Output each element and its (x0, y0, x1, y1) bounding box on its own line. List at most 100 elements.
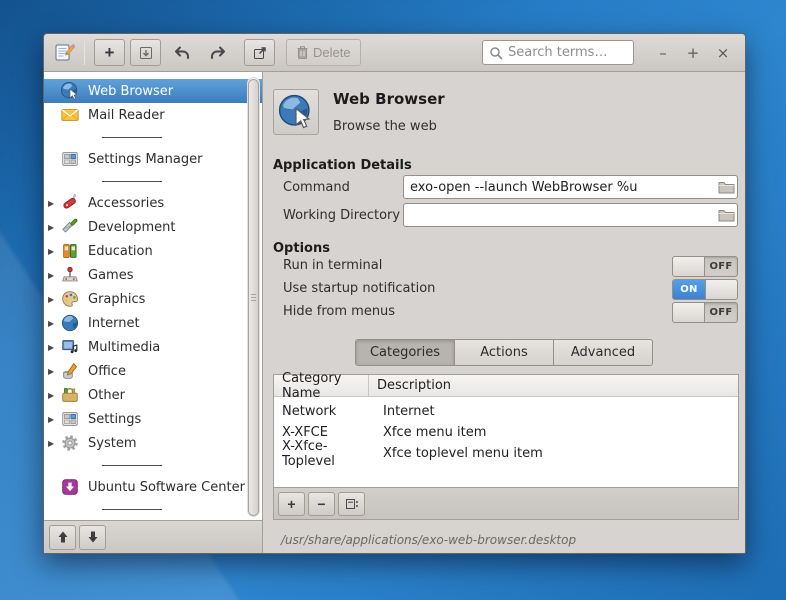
tab-categories[interactable]: Categories (356, 340, 455, 365)
column-header-category-name[interactable]: Category Name (274, 371, 369, 401)
column-header-description[interactable]: Description (369, 378, 738, 393)
ubuntu-software-center-icon (60, 477, 80, 497)
sidebar-item-other[interactable]: ▶ Other (44, 383, 262, 407)
command-field (403, 175, 738, 199)
undo-button[interactable] (166, 39, 197, 66)
expand-arrow-icon[interactable]: ▶ (48, 391, 60, 400)
undo-icon (174, 46, 189, 59)
hide-from-menus-toggle[interactable]: OFF (672, 302, 738, 323)
sidebar-item-games[interactable]: ▶ Games (44, 263, 262, 287)
add-launcher-button[interactable]: + (94, 39, 125, 66)
sidebar-item-accessories[interactable]: ▶ Accessories (44, 191, 262, 215)
sidebar-item-office[interactable]: ▶ Office (44, 359, 262, 383)
option-row: Run in terminal OFF (263, 256, 745, 277)
tab-advanced[interactable]: Advanced (554, 340, 652, 365)
expand-arrow-icon[interactable]: ▶ (48, 439, 60, 448)
command-input[interactable] (404, 179, 715, 195)
tree-separator (44, 171, 262, 191)
command-label: Command (283, 180, 350, 195)
tree-separator (44, 455, 262, 475)
sidebar-item-multimedia[interactable]: ▶ Multimedia (44, 335, 262, 359)
plus-icon: + (104, 43, 115, 62)
sidebar-item-settings-manager[interactable]: Settings Manager (44, 147, 262, 171)
run-in-terminal-toggle[interactable]: OFF (672, 256, 738, 277)
menulibre-window: + Delete Search terms… – + × Web Browser… (43, 33, 746, 554)
toggle-knob (673, 303, 705, 322)
launcher-title[interactable]: Web Browser (333, 90, 445, 108)
sidebar-item-label: Other (88, 387, 125, 403)
sidebar-item-label: Games (88, 267, 134, 283)
delete-button-label: Delete (313, 45, 351, 60)
maximize-button[interactable]: + (683, 44, 703, 62)
remove-category-button[interactable]: − (308, 491, 335, 516)
delete-button[interactable]: Delete (286, 39, 361, 66)
settings-manager-icon (60, 149, 80, 169)
toggle-knob (705, 280, 737, 299)
launcher-subtitle[interactable]: Browse the web (333, 119, 437, 134)
add-category-button[interactable]: + (278, 491, 305, 516)
sidebar-item-education[interactable]: ▶ Education (44, 239, 262, 263)
sidebar-item-settings[interactable]: ▶ Settings (44, 407, 262, 431)
execute-launcher-button[interactable] (244, 39, 275, 66)
main-toolbar: + Delete Search terms… – + × (44, 34, 745, 72)
folder-icon (718, 182, 734, 194)
menulibre-app-icon (54, 42, 75, 63)
expand-arrow-icon[interactable]: ▶ (48, 367, 60, 376)
sidebar-item-label: Mail Reader (88, 107, 165, 123)
sidebar-item-label: Ubuntu Software Center (88, 479, 245, 495)
search-box[interactable] (482, 40, 634, 65)
redo-button[interactable] (202, 39, 233, 66)
sidebar-item-label: Settings (88, 411, 142, 427)
launcher-icon-button[interactable] (273, 89, 319, 135)
search-input[interactable] (508, 45, 618, 60)
option-row: Use startup notification ON (263, 279, 745, 300)
sidebar-item-label: Web Browser (88, 83, 174, 99)
browse-command-button[interactable] (715, 180, 737, 194)
expand-arrow-icon[interactable]: ▶ (48, 319, 60, 328)
tab-actions[interactable]: Actions (455, 340, 554, 365)
move-up-button[interactable] (49, 524, 76, 550)
expand-arrow-icon[interactable]: ▶ (48, 199, 60, 208)
settings-icon (60, 409, 80, 429)
use-startup-notification-label: Use startup notification (283, 281, 436, 296)
run-in-terminal-label: Run in terminal (283, 258, 383, 273)
working-directory-label: Working Directory (283, 208, 401, 223)
working-directory-input[interactable] (404, 207, 715, 223)
save-button[interactable] (130, 39, 161, 66)
sidebar-item-development[interactable]: ▶ Development (44, 215, 262, 239)
other-icon (60, 385, 80, 405)
expand-arrow-icon[interactable]: ▶ (48, 247, 60, 256)
use-startup-notification-toggle[interactable]: ON (672, 279, 738, 300)
sidebar-item-ubuntu-software-center[interactable]: Ubuntu Software Center (44, 475, 262, 499)
expand-arrow-icon[interactable]: ▶ (48, 223, 60, 232)
move-down-button[interactable] (79, 524, 106, 550)
browse-directory-button[interactable] (715, 208, 737, 222)
sidebar-item-graphics[interactable]: ▶ Graphics (44, 287, 262, 311)
minus-icon: − (317, 495, 326, 512)
sidebar-item-label: Education (88, 243, 153, 259)
internet-icon (60, 313, 80, 333)
graphics-icon (60, 289, 80, 309)
table-row[interactable]: X-Xfce-Toplevel Xfce toplevel menu item (274, 439, 738, 469)
expand-arrow-icon[interactable]: ▶ (48, 271, 60, 280)
close-button[interactable]: × (713, 44, 733, 62)
search-icon (490, 46, 503, 59)
scrollbar-thumb[interactable] (248, 79, 259, 516)
options-heading: Options (273, 241, 330, 256)
sidebar-item-system[interactable]: ▶ System (44, 431, 262, 455)
list-edit-icon (345, 498, 358, 509)
sidebar-item-mail-reader[interactable]: Mail Reader (44, 103, 262, 127)
mail-reader-icon (60, 105, 80, 125)
expand-arrow-icon[interactable]: ▶ (48, 343, 60, 352)
sidebar-item-label: Graphics (88, 291, 146, 307)
launcher-tree: Web Browser Mail Reader Settings Manager… (44, 72, 262, 520)
clear-categories-button[interactable] (338, 491, 365, 516)
sidebar-item-internet[interactable]: ▶ Internet (44, 311, 262, 335)
sidebar-item-label: Settings Manager (88, 151, 203, 167)
table-row[interactable]: Network Internet (274, 401, 738, 422)
sidebar-scrollbar[interactable] (247, 77, 260, 517)
minimize-button[interactable]: – (653, 44, 673, 62)
expand-arrow-icon[interactable]: ▶ (48, 415, 60, 424)
sidebar-item-web-browser[interactable]: Web Browser (44, 79, 262, 103)
expand-arrow-icon[interactable]: ▶ (48, 295, 60, 304)
